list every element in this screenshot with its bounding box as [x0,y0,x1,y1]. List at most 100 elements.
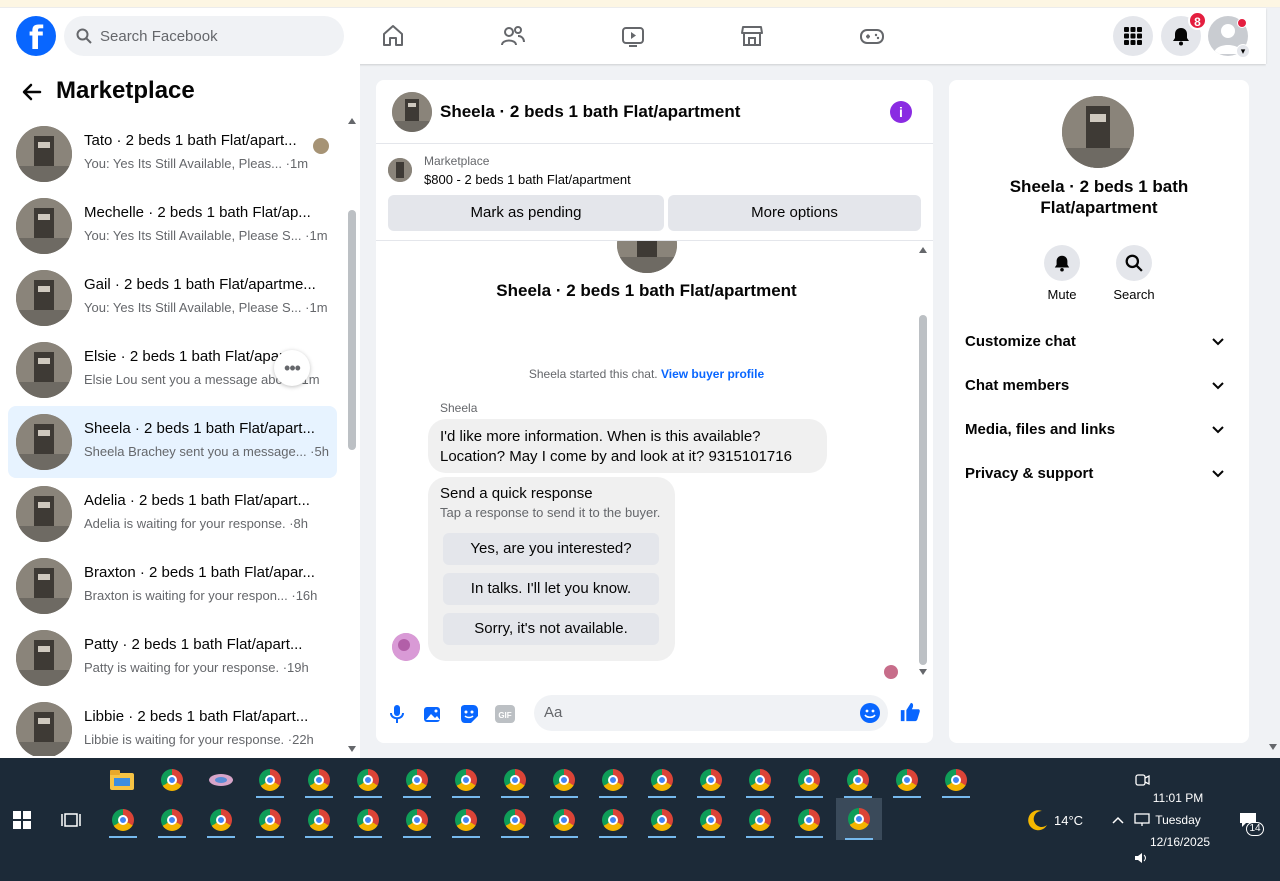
conversation-item[interactable]: Gail · 2 beds 1 bath Flat/apartme... You… [8,262,337,334]
chrome-icon[interactable] [154,802,190,838]
scrollbar-thumb[interactable] [348,210,356,450]
microphone-icon[interactable] [386,703,408,725]
search-chat-button[interactable]: Search [1104,245,1164,302]
chrome-icon[interactable] [742,762,778,798]
chat-scrollbar[interactable] [917,243,929,679]
video-icon[interactable] [617,20,649,52]
privacy-support-section[interactable]: Privacy & support [965,458,1233,490]
chrome-icon[interactable] [595,802,631,838]
conversation-item[interactable]: Mechelle · 2 beds 1 bath Flat/ap... You:… [8,190,337,262]
chrome-icon[interactable] [301,762,337,798]
chrome-icon[interactable] [350,802,386,838]
scrollbar-thumb[interactable] [919,315,927,665]
app-icon[interactable] [203,762,239,798]
chrome-icon[interactable] [448,802,484,838]
conversation-item[interactable]: Tato · 2 beds 1 bath Flat/apart... You: … [8,118,337,190]
chrome-icon[interactable] [840,762,876,798]
message-input[interactable]: Aa [534,695,888,731]
chrome-icon[interactable] [301,802,337,838]
chrome-icon[interactable] [399,762,435,798]
conversation-item[interactable]: Elsie · 2 beds 1 bath Flat/apar... Elsie… [8,334,337,406]
page-scrollbar[interactable] [1266,64,1280,758]
task-view-icon[interactable] [53,802,89,838]
chrome-icon[interactable] [252,802,288,838]
notification-count: 14 [1246,822,1264,836]
chrome-icon[interactable] [105,802,141,838]
media-files-section[interactable]: Media, files and links [965,414,1233,446]
chrome-icon[interactable] [791,762,827,798]
chrome-icon[interactable] [546,802,582,838]
chrome-icon[interactable] [938,762,974,798]
info-icon[interactable]: i [890,101,912,123]
chrome-icon[interactable] [154,762,190,798]
network-icon[interactable] [1124,802,1160,838]
chrome-icon[interactable] [399,802,435,838]
chrome-icon[interactable] [693,802,729,838]
mute-button[interactable]: Mute [1032,245,1092,302]
more-options-button[interactable]: More options [668,195,921,231]
listing-thumbnail [16,126,72,182]
message-bubble[interactable]: I'd like more information. When is this … [428,419,827,473]
conversation-item[interactable]: Libbie · 2 beds 1 bath Flat/apart... Lib… [8,694,337,756]
chrome-icon[interactable] [644,802,680,838]
listing-price[interactable]: $800 - 2 beds 1 bath Flat/apartment [424,172,631,187]
chevron-down-icon[interactable]: ▾ [1236,44,1250,58]
view-buyer-profile-link[interactable]: View buyer profile [661,367,764,381]
gif-icon[interactable]: GIF [494,703,516,725]
chrome-icon[interactable] [203,802,239,838]
gaming-icon[interactable] [856,20,888,52]
chat-members-section[interactable]: Chat members [965,370,1233,402]
emoji-icon[interactable] [860,703,880,723]
page-title: Marketplace [56,77,195,104]
chrome-icon[interactable] [889,762,925,798]
sidebar-scrollbar[interactable] [346,118,358,816]
chrome-icon[interactable] [497,802,533,838]
mark-pending-button[interactable]: Mark as pending [388,195,664,231]
marketplace-icon[interactable] [736,20,768,52]
chat-started-notice: Sheela started this chat. View buyer pro… [376,367,917,381]
chrome-icon[interactable] [791,802,827,838]
chrome-icon[interactable] [595,762,631,798]
moon-weather-icon[interactable] [1020,802,1056,838]
search-label: Search [1113,287,1155,302]
chrome-icon-active[interactable] [836,798,882,840]
windows-start-icon[interactable] [4,802,40,838]
chrome-icon[interactable] [546,762,582,798]
photo-icon[interactable] [422,703,444,725]
conversation-preview: Sheela Brachey sent you a message... ·5h [84,444,329,459]
conversation-item-active[interactable]: Sheela · 2 beds 1 bath Flat/apart... She… [8,406,337,478]
conversation-title: Patty · 2 beds 1 bath Flat/apart... [84,636,303,653]
chrome-icon[interactable] [448,762,484,798]
thumbs-up-icon[interactable] [899,701,921,723]
chrome-icon[interactable] [252,762,288,798]
menu-grid-icon[interactable] [1113,16,1153,56]
file-explorer-icon[interactable] [104,762,140,798]
chrome-icon[interactable] [497,762,533,798]
quick-response-button[interactable]: Sorry, it's not available. [443,613,659,645]
conversation-item[interactable]: Braxton · 2 beds 1 bath Flat/apar... Bra… [8,550,337,622]
conversation-item[interactable]: Patty · 2 beds 1 bath Flat/apart... Patt… [8,622,337,694]
message-thread: Sheela · 2 beds 1 bath Flat/apartment Sh… [376,241,933,681]
facebook-logo[interactable]: f [16,16,56,56]
quick-response-button[interactable]: In talks. I'll let you know. [443,573,659,605]
back-arrow-icon[interactable] [20,80,44,104]
chrome-icon[interactable] [350,762,386,798]
customize-chat-section[interactable]: Customize chat [965,326,1233,358]
started-text: Sheela started this chat. [528,367,658,381]
quick-response-button[interactable]: Yes, are you interested? [443,533,659,565]
chrome-icon[interactable] [693,762,729,798]
volume-icon[interactable] [1124,840,1160,876]
weather-temp[interactable]: 14°C [1054,813,1083,828]
friends-icon[interactable] [497,20,529,52]
chrome-icon[interactable] [742,802,778,838]
sender-avatar[interactable] [392,633,420,661]
more-options-icon[interactable]: ••• [274,350,310,386]
notification-badge: 8 [1188,11,1207,30]
search-input[interactable]: Search Facebook [64,16,344,56]
sticker-icon[interactable] [458,703,480,725]
notifications-button[interactable]: 8 [1161,11,1207,56]
chrome-icon[interactable] [644,762,680,798]
conversation-item[interactable]: Adelia · 2 beds 1 bath Flat/apart... Ade… [8,478,337,550]
home-icon[interactable] [377,20,409,52]
chat-title[interactable]: Sheela · 2 beds 1 bath Flat/apartment [440,102,740,122]
